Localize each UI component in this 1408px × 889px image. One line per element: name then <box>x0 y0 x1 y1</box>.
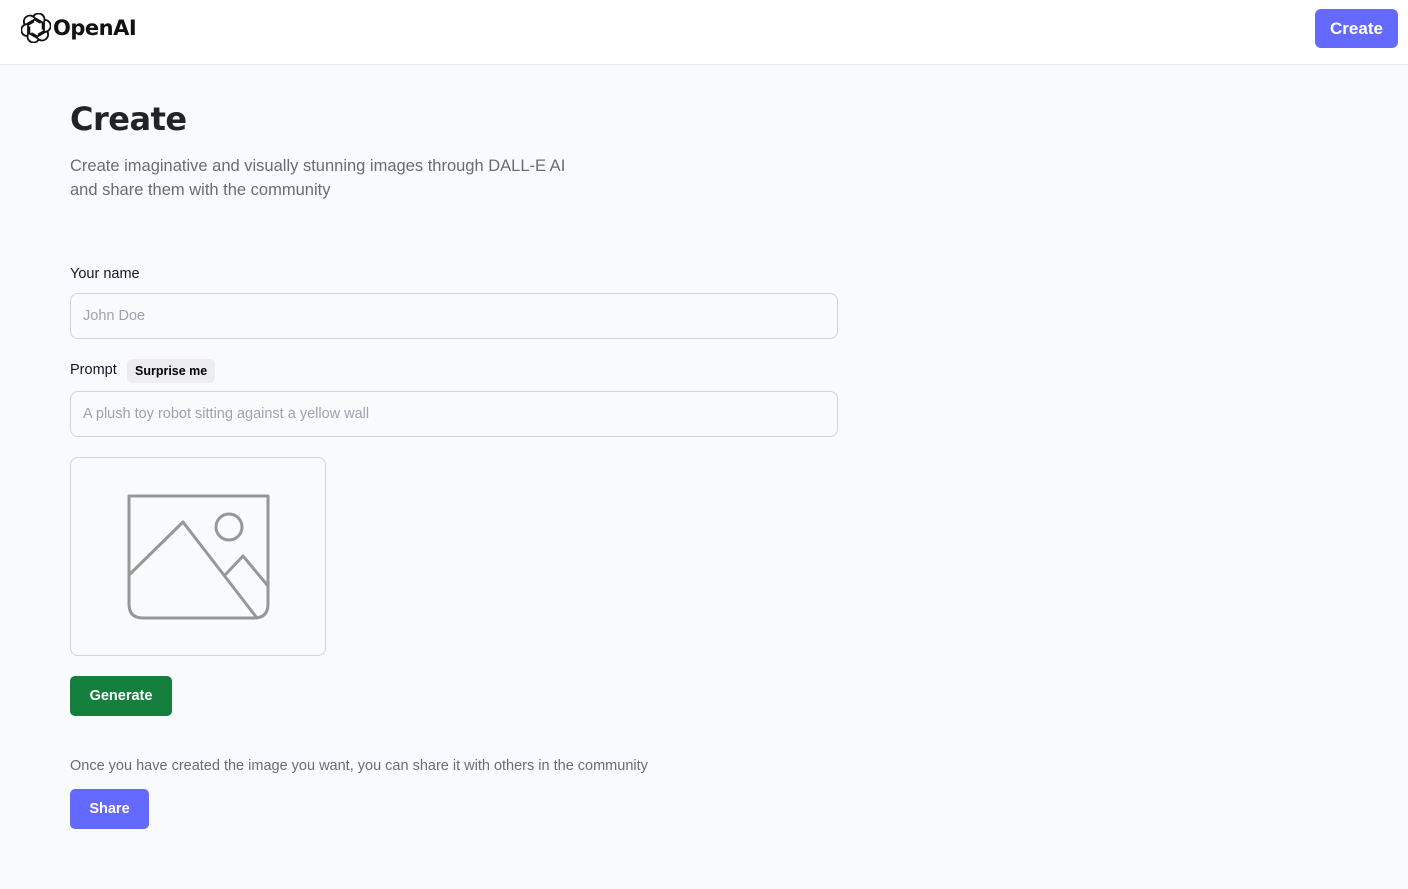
name-input[interactable] <box>70 293 838 339</box>
openai-logo-icon <box>21 13 51 43</box>
name-label: Your name <box>70 266 140 282</box>
image-placeholder-icon <box>127 494 270 620</box>
share-note: Once you have created the image you want… <box>70 758 648 774</box>
brand-name: OpenAI <box>53 16 137 40</box>
share-button[interactable]: Share <box>70 789 149 829</box>
prompt-input[interactable] <box>70 391 838 437</box>
page-title: Create <box>70 100 187 138</box>
page-subtitle: Create imaginative and visually stunning… <box>70 157 566 199</box>
surprise-me-button[interactable]: Surprise me <box>127 359 216 383</box>
openai-logo[interactable]: OpenAI <box>21 13 137 43</box>
prompt-label: Prompt <box>70 362 117 378</box>
image-preview <box>70 457 326 656</box>
top-header: OpenAI Create <box>0 0 1408 65</box>
header-create-button[interactable]: Create <box>1315 9 1398 48</box>
generate-button[interactable]: Generate <box>70 676 172 716</box>
